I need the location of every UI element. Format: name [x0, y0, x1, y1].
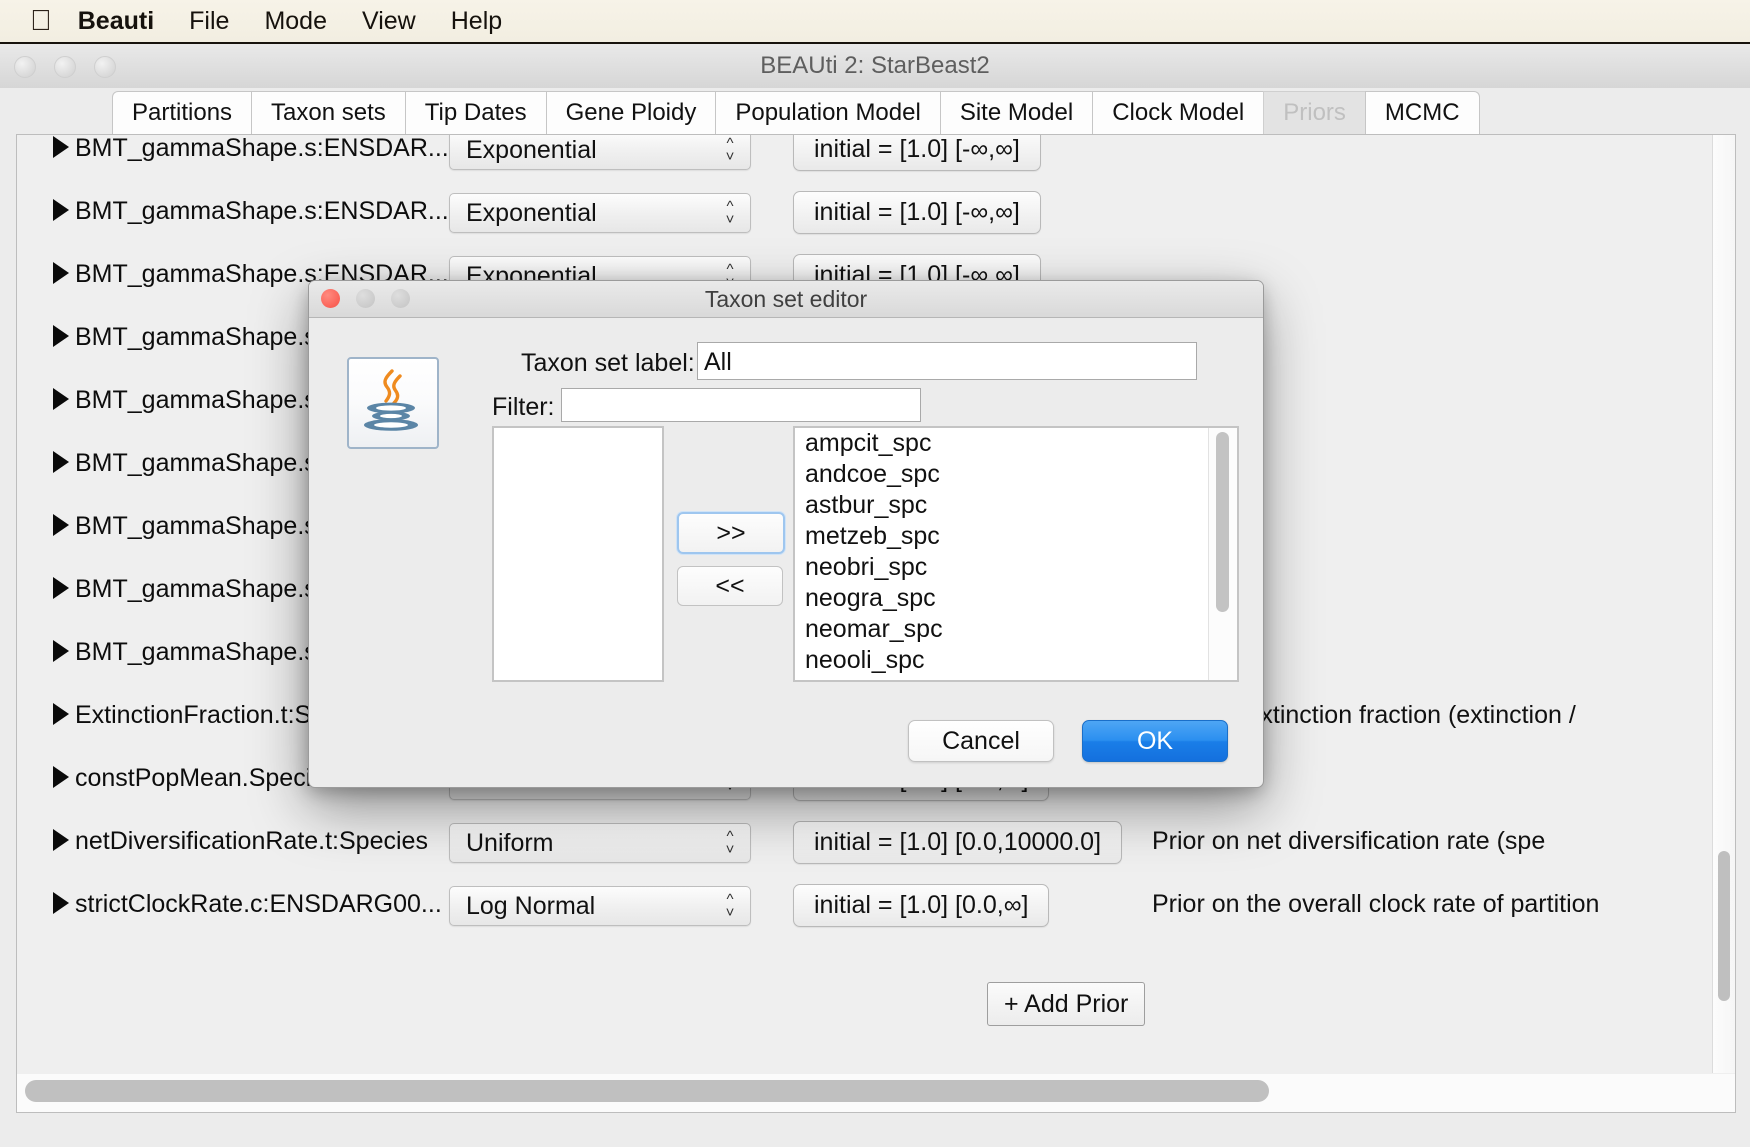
prior-description: Prior on net diversification rate (spe	[1152, 827, 1546, 855]
expand-triangle-icon[interactable]	[53, 829, 69, 851]
chevron-updown-icon[interactable]: ^˅	[722, 892, 738, 920]
distribution-value: Log Normal	[466, 892, 596, 920]
move-right-button[interactable]: >>	[677, 512, 785, 554]
menu-item-view[interactable]: View	[362, 7, 416, 36]
expand-triangle-icon[interactable]	[53, 199, 69, 221]
tab-site-model[interactable]: Site Model	[939, 91, 1094, 134]
menu-item-file[interactable]: File	[189, 7, 229, 36]
cancel-button[interactable]: Cancel	[908, 720, 1054, 762]
menu-item-mode[interactable]: Mode	[264, 7, 327, 36]
filter-input[interactable]	[561, 388, 921, 422]
expand-triangle-icon[interactable]	[53, 892, 69, 914]
tab-partitions[interactable]: Partitions	[112, 91, 253, 134]
dialog-title: Taxon set editor	[704, 286, 868, 312]
tab-strip: Partitions Taxon sets Tip Dates Gene Ploidy…	[0, 88, 1750, 134]
chevron-updown-icon[interactable]: ^˅	[722, 136, 738, 164]
prior-row: strictClockRate.c:ENSDARG00... Log Normal…	[17, 873, 1677, 936]
expand-triangle-icon[interactable]	[53, 325, 69, 347]
tab-taxon-sets[interactable]: Taxon sets	[251, 91, 406, 134]
initial-range-button[interactable]: initial = [1.0] [-∞,∞]	[793, 191, 1041, 234]
transfer-buttons: >> <<	[677, 512, 785, 618]
vertical-scrollbar-thumb[interactable]	[1718, 851, 1730, 1001]
taxon-list-item[interactable]: metzeb_spc	[795, 521, 1207, 552]
expand-triangle-icon[interactable]	[53, 388, 69, 410]
chevron-updown-icon[interactable]: ^˅	[722, 199, 738, 227]
taxon-list-item[interactable]: andcoe_spc	[795, 459, 1207, 490]
taxon-list-item[interactable]: neobri_spc	[795, 552, 1207, 583]
expand-triangle-icon[interactable]	[53, 136, 69, 158]
distribution-value: Exponential	[466, 199, 597, 227]
menu-item-help[interactable]: Help	[451, 7, 502, 36]
expand-triangle-icon[interactable]	[53, 766, 69, 788]
available-taxa-items: ampcit_spc andcoe_spc astbur_spc metzeb_spc…	[795, 428, 1207, 676]
taxon-set-label-text: Taxon set label:	[521, 349, 695, 377]
prior-name: netDiversificationRate.t:Species	[75, 827, 428, 855]
taxon-list-item[interactable]: ampcit_spc	[795, 428, 1207, 459]
apple-icon[interactable]: 	[30, 6, 52, 36]
distribution-combobox[interactable]: Exponential ^˅	[449, 135, 751, 170]
mac-menu-bar:  Beauti File Mode View Help	[0, 0, 1750, 43]
window-title: BEAUti 2: StarBeast2	[760, 52, 990, 79]
chevron-updown-icon[interactable]: ^˅	[722, 829, 738, 857]
distribution-combobox[interactable]: Exponential ^˅	[449, 193, 751, 233]
move-left-button[interactable]: <<	[677, 566, 783, 606]
java-coffee-cup-icon	[347, 357, 439, 449]
ok-button[interactable]: OK	[1082, 720, 1228, 762]
taxon-set-label-input[interactable]: All	[697, 342, 1197, 380]
horizontal-scrollbar-thumb[interactable]	[25, 1080, 1269, 1102]
tab-clock-model[interactable]: Clock Model	[1092, 91, 1265, 134]
taxon-list-item[interactable]: astbur_spc	[795, 490, 1207, 521]
prior-row: BMT_gammaShape.s:ENSDAR... Exponential ^˅ i…	[17, 134, 1677, 180]
taxa-list-scrollbar[interactable]	[1208, 428, 1237, 680]
distribution-value: Exponential	[466, 136, 597, 164]
available-taxa-list[interactable]: ampcit_spc andcoe_spc astbur_spc metzeb_spc…	[793, 426, 1239, 682]
taxon-list-item[interactable]: neomar_spc	[795, 614, 1207, 645]
prior-description: Prior on the overall clock rate of parti…	[1152, 890, 1600, 918]
horizontal-scrollbar[interactable]	[16, 1074, 1736, 1113]
expand-triangle-icon[interactable]	[53, 451, 69, 473]
tab-priors[interactable]: Priors	[1263, 91, 1366, 134]
included-taxa-list[interactable]	[492, 426, 664, 682]
prior-name: constPopMean.Species	[75, 764, 338, 792]
tab-list: Partitions Taxon sets Tip Dates Gene Ploidy…	[112, 88, 1480, 134]
expand-triangle-icon[interactable]	[53, 577, 69, 599]
prior-name: BMT_gammaShape.s:ENSDAR...	[75, 197, 449, 225]
filter-label-text: Filter:	[492, 393, 555, 421]
initial-range-button[interactable]: initial = [1.0] [0.0,∞]	[793, 884, 1050, 927]
taxon-list-item[interactable]: neooli_spc	[795, 645, 1207, 676]
distribution-value: Uniform	[466, 829, 554, 857]
add-prior-bar: + Add Prior	[17, 977, 1707, 1033]
tab-gene-ploidy[interactable]: Gene Ploidy	[545, 91, 717, 134]
window-title-bar: BEAUti 2: StarBeast2	[0, 44, 1750, 89]
add-prior-button[interactable]: + Add Prior	[987, 982, 1146, 1026]
tab-population-model[interactable]: Population Model	[715, 91, 941, 134]
initial-range-button[interactable]: initial = [1.0] [-∞,∞]	[793, 135, 1041, 171]
dialog-title-bar: Taxon set editor	[309, 281, 1263, 318]
menu-item-beauti[interactable]: Beauti	[78, 7, 154, 36]
prior-name: strictClockRate.c:ENSDARG00...	[75, 890, 442, 918]
taxa-list-scrollbar-thumb[interactable]	[1216, 432, 1229, 612]
distribution-combobox[interactable]: Uniform ^˅	[449, 823, 751, 863]
tab-tip-dates[interactable]: Tip Dates	[404, 91, 547, 134]
initial-range-button[interactable]: initial = [1.0] [0.0,10000.0]	[793, 821, 1123, 864]
expand-triangle-icon[interactable]	[53, 640, 69, 662]
tab-mcmc[interactable]: MCMC	[1364, 91, 1480, 134]
prior-row: netDiversificationRate.t:Species Uniform ^…	[17, 810, 1677, 873]
expand-triangle-icon[interactable]	[53, 703, 69, 725]
vertical-scrollbar[interactable]	[1712, 135, 1735, 1073]
distribution-combobox[interactable]: Log Normal ^ ˅	[449, 886, 751, 926]
expand-triangle-icon[interactable]	[53, 262, 69, 284]
taxon-list-item[interactable]: neogra_spc	[795, 583, 1207, 614]
expand-triangle-icon[interactable]	[53, 514, 69, 536]
prior-row: BMT_gammaShape.s:ENSDAR... Exponential ^˅ i…	[17, 180, 1677, 243]
prior-name: BMT_gammaShape.s:ENSDAR...	[75, 134, 449, 162]
